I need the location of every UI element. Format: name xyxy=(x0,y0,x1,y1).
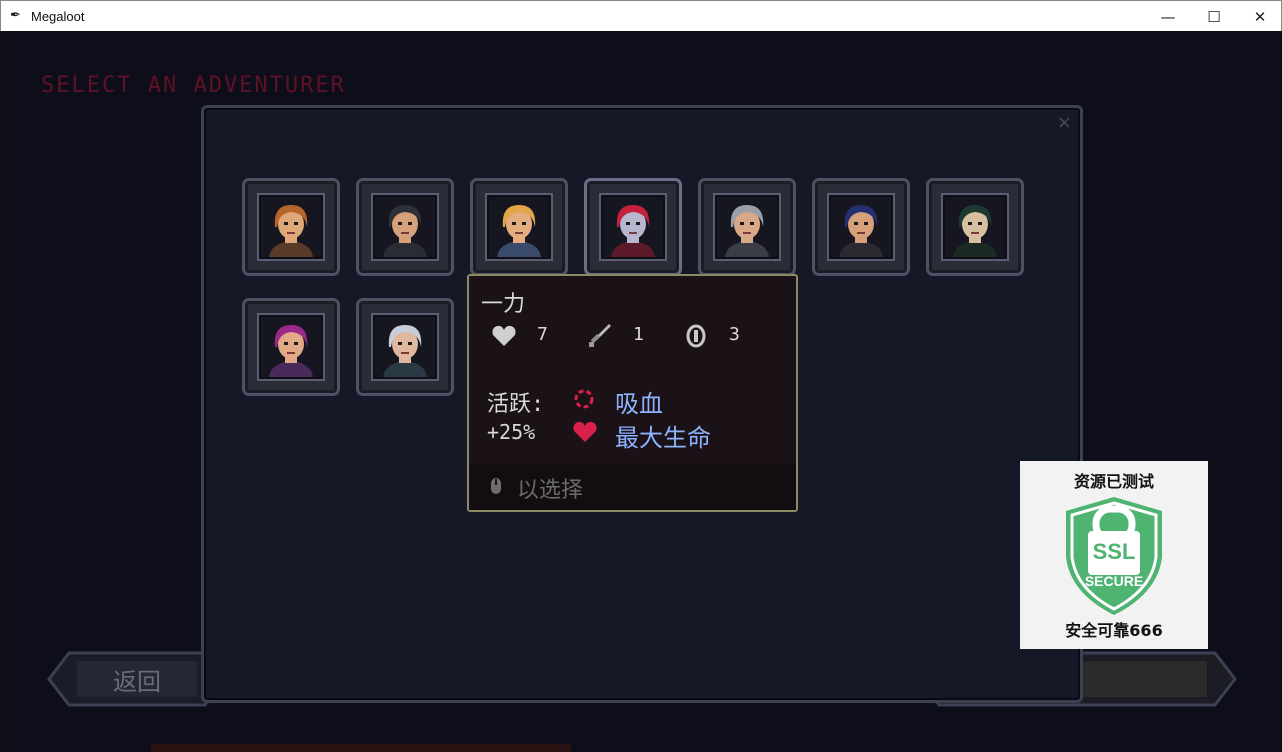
game-viewport: SELECT AN ADVENTURER 返回 开始 × 一力 7 xyxy=(1,31,1281,752)
minimize-icon: — xyxy=(1160,7,1176,26)
lifesteal-icon xyxy=(574,389,594,409)
portrait-frame xyxy=(713,193,781,261)
portrait-frame xyxy=(485,193,553,261)
adventurer-portrait xyxy=(831,197,891,257)
hp-value: 7 xyxy=(537,324,548,345)
adventurer-slot[interactable] xyxy=(470,178,568,276)
adventurer-slot[interactable] xyxy=(812,178,910,276)
portrait-frame xyxy=(371,313,439,381)
mouse-icon xyxy=(491,478,501,494)
close-window-button[interactable]: ✕ xyxy=(1237,1,1282,32)
active-value: 吸血 xyxy=(615,390,663,418)
adventurer-slot[interactable] xyxy=(926,178,1024,276)
portrait-frame xyxy=(257,313,325,381)
adventurer-portrait xyxy=(489,197,549,257)
adventurer-portrait xyxy=(945,197,1005,257)
portrait-frame xyxy=(827,193,895,261)
adventurer-slot[interactable] xyxy=(698,178,796,276)
adventurer-slot[interactable] xyxy=(242,298,340,396)
maximize-icon: ☐ xyxy=(1207,7,1221,26)
bottom-strip xyxy=(151,744,571,752)
minimize-button[interactable]: — xyxy=(1145,1,1191,32)
bonus-label: +25% xyxy=(487,420,536,444)
coins-value: 3 xyxy=(729,324,740,345)
badge-top-text: 资源已测试 xyxy=(1073,472,1154,491)
adventurer-portrait xyxy=(261,197,321,257)
adventurer-slot[interactable] xyxy=(242,178,340,276)
portrait-frame xyxy=(599,193,667,261)
badge-secure-text: SECURE xyxy=(1084,573,1144,589)
adventurer-portrait xyxy=(375,197,435,257)
badge-ssl-text: SSL xyxy=(1092,539,1136,564)
window-titlebar: ✒ Megaloot — ☐ ✕ xyxy=(0,0,1282,31)
portrait-frame xyxy=(257,193,325,261)
portrait-frame xyxy=(371,193,439,261)
heart-icon xyxy=(492,325,516,346)
back-button[interactable]: 返回 xyxy=(47,651,227,707)
adventurer-slot[interactable] xyxy=(356,298,454,396)
back-button-label: 返回 xyxy=(113,667,161,696)
panel-close-icon[interactable]: × xyxy=(1057,112,1072,133)
adventurer-portrait xyxy=(261,317,321,377)
ssl-badge: 资源已测试 SSL SECURE 安全可靠666 xyxy=(1020,461,1208,649)
adventurer-tooltip: 一力 7 1 3 活跃: 吸血 +25% 最大生命 以选择 xyxy=(467,274,798,512)
portrait-frame xyxy=(941,193,1009,261)
adventurer-portrait xyxy=(375,317,435,377)
adventurer-portrait xyxy=(717,197,777,257)
app-icon: ✒ xyxy=(10,8,21,23)
bonus-value: 最大生命 xyxy=(615,424,711,452)
close-icon: ✕ xyxy=(1253,7,1267,26)
select-hint: 以选择 xyxy=(517,478,584,503)
window-title: Megaloot xyxy=(31,9,85,24)
adventurer-name: 一力 xyxy=(481,292,526,317)
max-hp-heart-icon xyxy=(573,421,597,442)
sword-icon xyxy=(589,324,611,347)
badge-bottom-text: 安全可靠666 xyxy=(1065,621,1163,640)
screen-heading: SELECT AN ADVENTURER xyxy=(41,73,346,98)
maximize-button[interactable]: ☐ xyxy=(1191,1,1237,32)
coin-icon xyxy=(686,324,706,348)
attack-value: 1 xyxy=(633,324,644,345)
adventurer-portrait xyxy=(603,197,663,257)
adventurer-slot[interactable] xyxy=(356,178,454,276)
tooltip-footer: 以选择 xyxy=(469,464,796,510)
adventurer-slot[interactable] xyxy=(584,178,682,276)
active-label: 活跃: xyxy=(487,392,545,417)
